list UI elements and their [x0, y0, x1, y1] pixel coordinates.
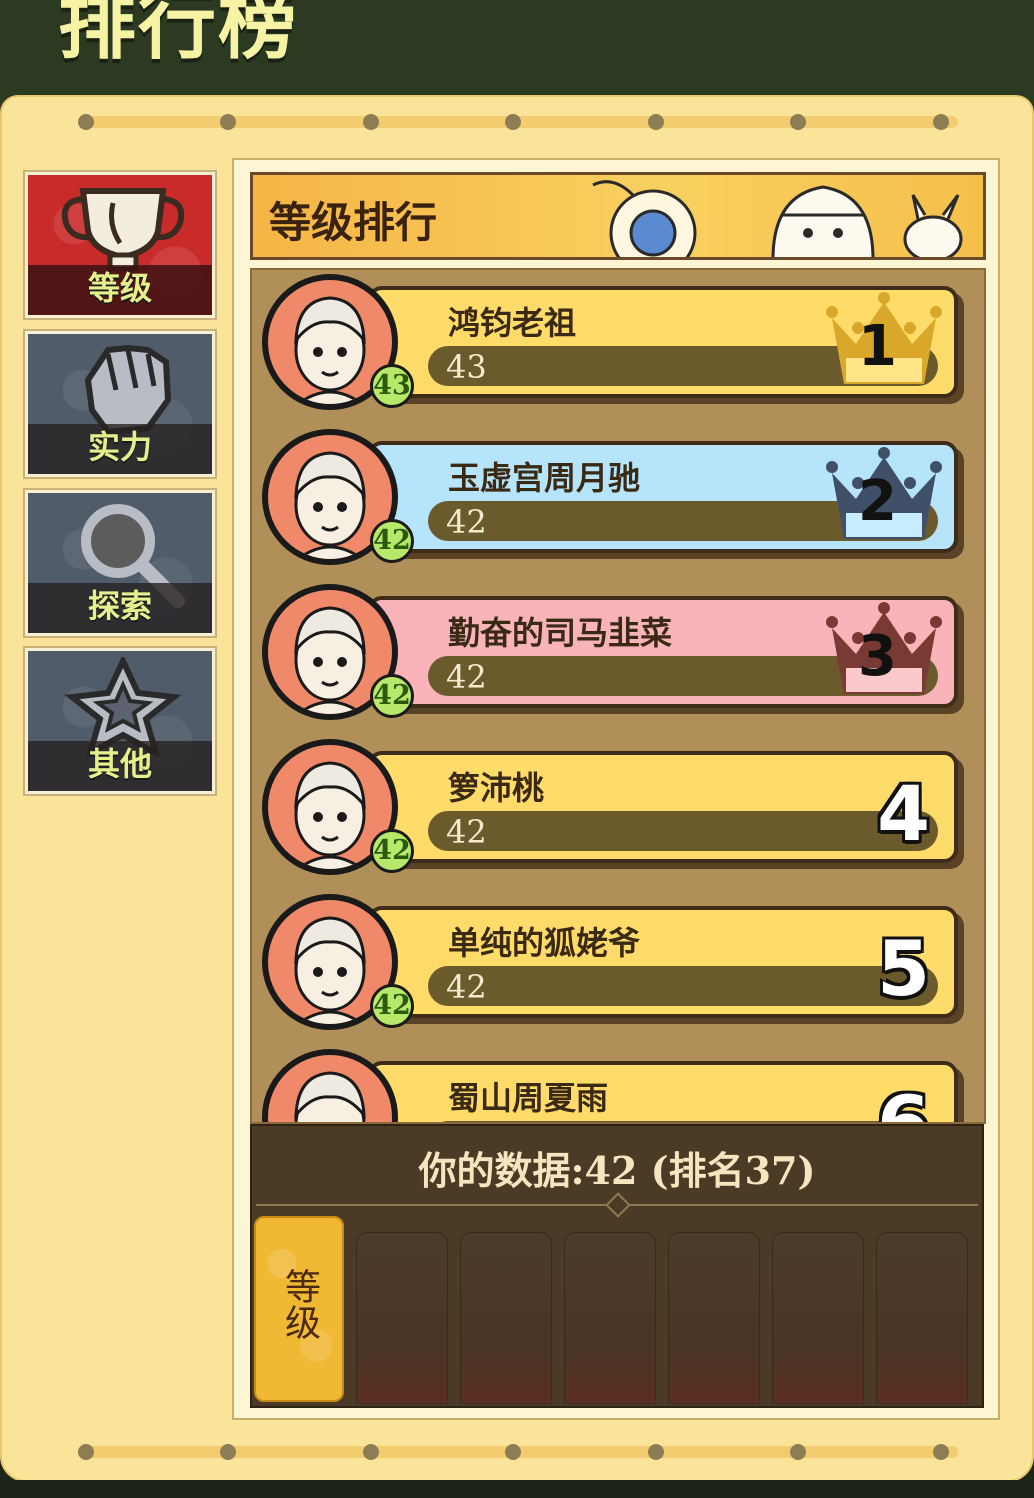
board-header: 等级排行: [250, 172, 986, 260]
player-avatar[interactable]: [262, 1049, 398, 1122]
rank-number: 6: [877, 1079, 930, 1124]
player-name: 箩沛桃: [448, 769, 545, 807]
ranking-row[interactable]: 玉虚宫周月驰 42 2 42: [258, 427, 970, 567]
player-level: 42: [446, 503, 487, 541]
ranking-card: 玉虚宫周月驰 42 2: [368, 441, 958, 553]
ranking-card: 鸿钧老祖 43 1: [368, 286, 958, 398]
level-badge: 42: [370, 984, 414, 1028]
rank-number: 2: [858, 469, 897, 534]
ranking-card: 勤奋的司马韭菜 42 3: [368, 596, 958, 708]
tab-explore-label: 探索: [87, 587, 152, 625]
stat-tab-level[interactable]: 等级: [254, 1216, 344, 1402]
player-name: 蜀山周夏雨: [448, 1079, 609, 1117]
level-badge: 43: [370, 364, 414, 408]
tab-level[interactable]: 等级: [23, 170, 217, 320]
ranking-card: 箩沛桃 42 4: [368, 751, 958, 863]
decorative-rail-bottom: [78, 1442, 958, 1462]
player-name: 鸿钧老祖: [448, 304, 577, 342]
player-name: 玉虚宫周月驰: [448, 459, 641, 497]
rank-crown-icon: 1: [824, 292, 944, 388]
player-level: 42: [446, 813, 487, 851]
ranking-card: 蜀山周夏雨 6: [368, 1061, 958, 1124]
header-illustration: [592, 180, 963, 257]
stat-tab-label: 等级: [279, 1268, 320, 1340]
rank-number: 3: [858, 624, 897, 689]
level-badge: 42: [370, 829, 414, 873]
stat-slot[interactable]: [460, 1232, 552, 1404]
rank-crown-icon: 2: [824, 447, 944, 543]
page-title: 排行榜: [58, 0, 299, 70]
tab-explore[interactable]: 探索: [23, 488, 217, 638]
tab-other-label: 其他: [87, 745, 152, 783]
divider-diamond: [605, 1192, 631, 1218]
ranking-row[interactable]: 单纯的狐姥爷 42 5 42: [258, 892, 970, 1032]
level-bar: 42: [428, 811, 938, 851]
stat-slot[interactable]: [772, 1232, 864, 1404]
tab-level-label: 等级: [87, 269, 152, 307]
decorative-rail-top: [78, 112, 958, 132]
tab-strength[interactable]: 实力: [23, 329, 217, 479]
stat-slot[interactable]: [356, 1232, 448, 1404]
level-badge: 42: [370, 519, 414, 563]
stat-slot[interactable]: [668, 1232, 760, 1404]
player-level: 42: [446, 968, 487, 1006]
rank-number: 4: [877, 769, 930, 858]
player-level: 43: [446, 348, 487, 386]
my-data-text: 你的数据:42 (排名37): [418, 1148, 816, 1193]
player-name: 勤奋的司马韭菜: [448, 614, 673, 652]
ranking-row[interactable]: 蜀山周夏雨 6: [258, 1047, 970, 1124]
level-bar: 42: [428, 966, 938, 1006]
player-name: 单纯的狐姥爷: [448, 924, 641, 962]
ranking-row[interactable]: 勤奋的司马韭菜 42 3 42: [258, 582, 970, 722]
ranking-row[interactable]: 鸿钧老祖 43 1 43: [258, 272, 970, 412]
rank-number: 5: [877, 924, 930, 1013]
tab-strength-label: 实力: [87, 428, 152, 466]
ranking-list[interactable]: 鸿钧老祖 43 1 43 玉虚宫周月驰 42 2 42 勤奋的司马韭菜 42 3 42 箩沛桃 42 4 42…: [250, 268, 986, 1124]
board-title: 等级排行: [269, 198, 438, 247]
my-data-panel: 你的数据:42 (排名37) 等级: [250, 1124, 984, 1408]
rank-number: 1: [858, 314, 897, 379]
ranking-row[interactable]: 箩沛桃 42 4 42: [258, 737, 970, 877]
stat-slot[interactable]: [564, 1232, 656, 1404]
stat-slot[interactable]: [876, 1232, 968, 1404]
player-level: 42: [446, 658, 487, 696]
ranking-card: 单纯的狐姥爷 42 5: [368, 906, 958, 1018]
tab-other[interactable]: 其他: [23, 646, 217, 796]
rank-crown-icon: 3: [824, 602, 944, 698]
bottom-edge: [0, 1480, 1034, 1498]
level-badge: 42: [370, 674, 414, 718]
